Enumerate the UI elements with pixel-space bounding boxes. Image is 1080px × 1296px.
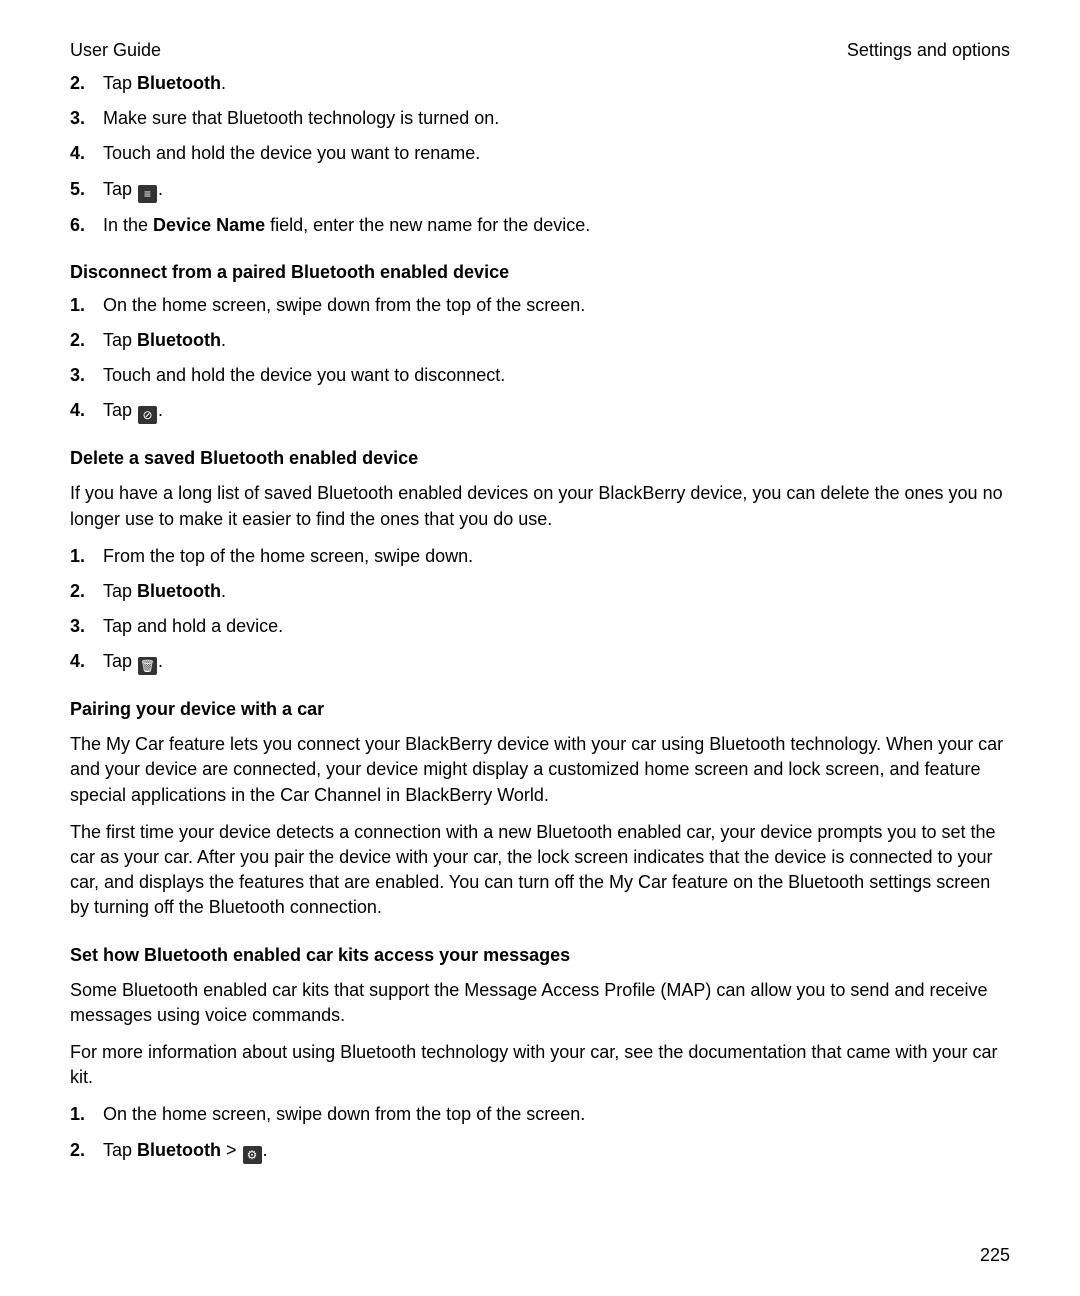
step-4: 4. Tap ⊘. [70, 398, 1010, 424]
step-1: 1.On the home screen, swipe down from th… [70, 293, 1010, 318]
device-name-label: Device Name [153, 215, 265, 235]
delete-heading: Delete a saved Bluetooth enabled device [70, 448, 1010, 469]
delete-steps: 1.From the top of the home screen, swipe… [70, 544, 1010, 676]
carkit-heading: Set how Bluetooth enabled car kits acces… [70, 945, 1010, 966]
bluetooth-label: Bluetooth [137, 73, 221, 93]
pairing-heading: Pairing your device with a car [70, 699, 1010, 720]
step-4: 4. Tap 🗑. [70, 649, 1010, 675]
step-1: 1.From the top of the home screen, swipe… [70, 544, 1010, 569]
step-3: 3.Touch and hold the device you want to … [70, 363, 1010, 388]
disconnect-icon: ⊘ [138, 406, 157, 424]
settings-icon: ⚙ [243, 1146, 262, 1164]
step-5: 5. Tap ≡. [70, 177, 1010, 203]
carkit-steps: 1.On the home screen, swipe down from th… [70, 1102, 1010, 1163]
step-2: 2. Tap Bluetooth. [70, 579, 1010, 604]
step-6: 6. In the Device Name field, enter the n… [70, 213, 1010, 238]
trash-icon: 🗑 [138, 657, 157, 675]
step-2: 2. Tap Bluetooth > ⚙. [70, 1138, 1010, 1164]
carkit-para1: Some Bluetooth enabled car kits that sup… [70, 978, 1010, 1028]
disconnect-steps: 1.On the home screen, swipe down from th… [70, 293, 1010, 425]
page-header: User Guide Settings and options [70, 40, 1010, 61]
page-number: 225 [980, 1245, 1010, 1266]
delete-intro: If you have a long list of saved Bluetoo… [70, 481, 1010, 531]
carkit-para2: For more information about using Bluetoo… [70, 1040, 1010, 1090]
bluetooth-label: Bluetooth [137, 330, 221, 350]
step-3: 3. Make sure that Bluetooth technology i… [70, 106, 1010, 131]
bluetooth-label: Bluetooth [137, 581, 221, 601]
manual-page: User Guide Settings and options 2. Tap B… [0, 0, 1080, 1296]
rename-device-steps: 2. Tap Bluetooth. 3. Make sure that Blue… [70, 71, 1010, 238]
step-3: 3.Tap and hold a device. [70, 614, 1010, 639]
step-4: 4. Touch and hold the device you want to… [70, 141, 1010, 166]
disconnect-heading: Disconnect from a paired Bluetooth enabl… [70, 262, 1010, 283]
pairing-para1: The My Car feature lets you connect your… [70, 732, 1010, 808]
header-right: Settings and options [847, 40, 1010, 61]
step-2: 2. Tap Bluetooth. [70, 71, 1010, 96]
bluetooth-label: Bluetooth [137, 1140, 221, 1160]
pairing-para2: The first time your device detects a con… [70, 820, 1010, 921]
step-1: 1.On the home screen, swipe down from th… [70, 1102, 1010, 1127]
menu-icon: ≡ [138, 185, 157, 203]
header-left: User Guide [70, 40, 161, 61]
step-2: 2. Tap Bluetooth. [70, 328, 1010, 353]
